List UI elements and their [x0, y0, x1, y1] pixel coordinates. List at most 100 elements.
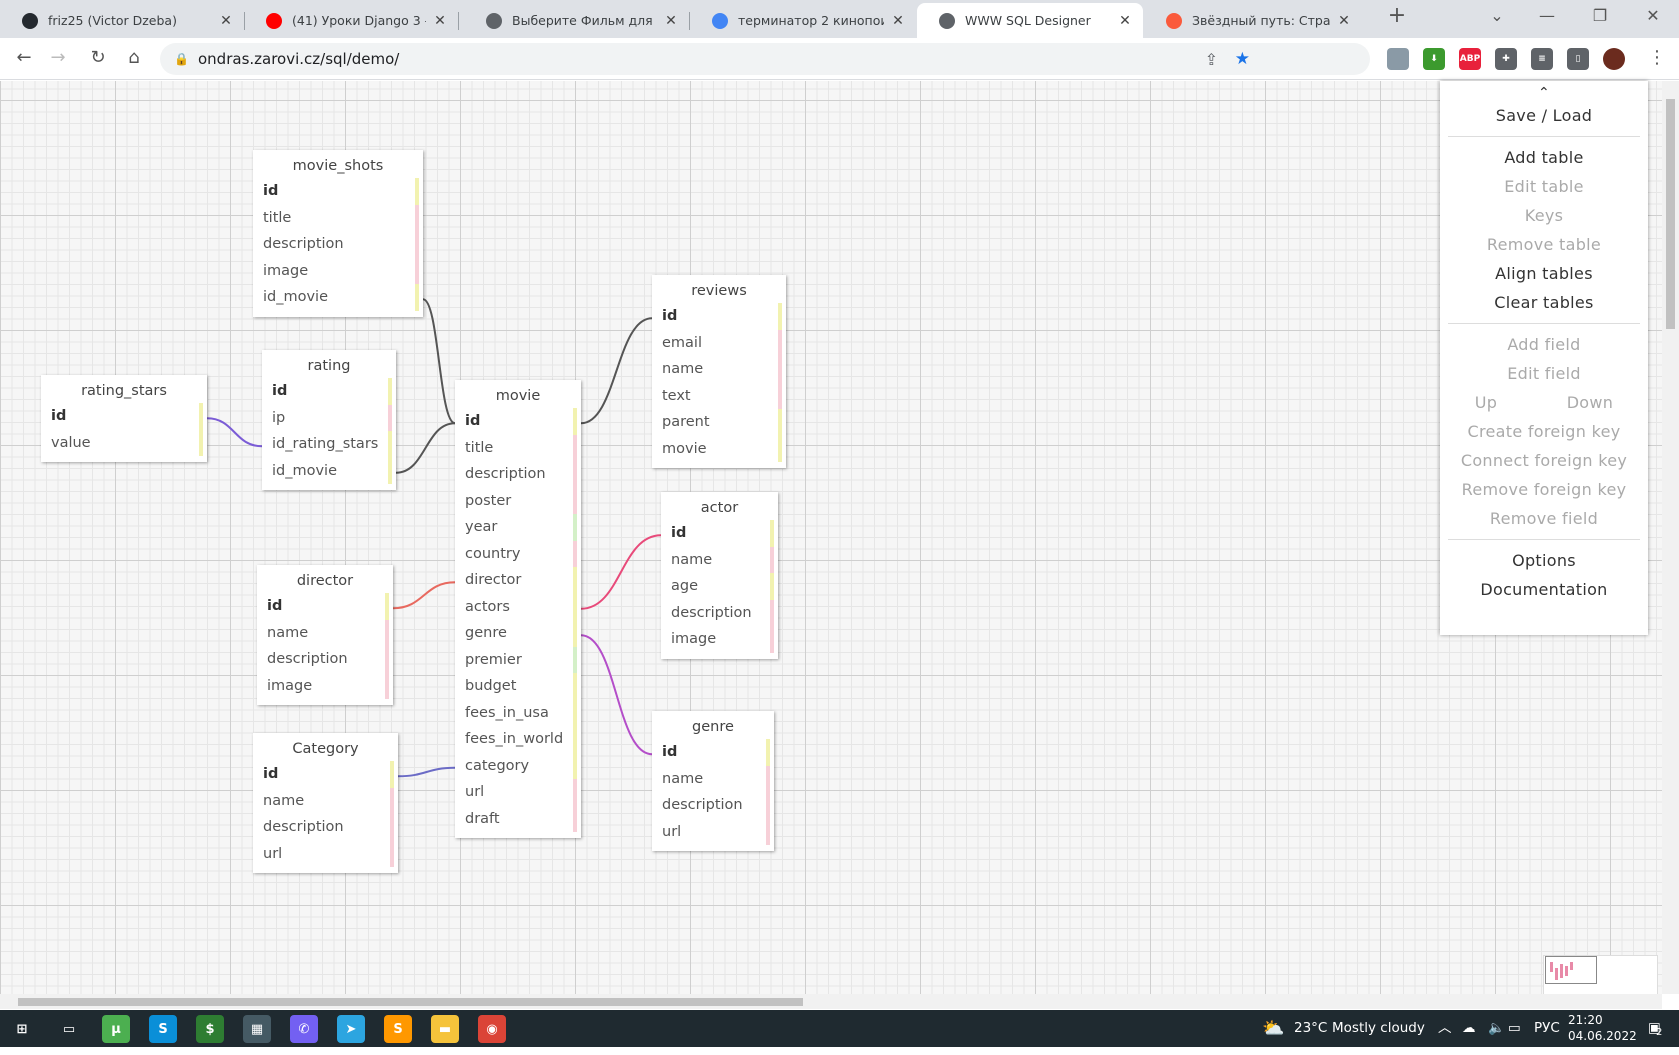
- save-load-button[interactable]: Save / Load: [1440, 101, 1648, 130]
- edit-field-button[interactable]: Edit field: [1440, 359, 1648, 388]
- table-field[interactable]: image: [257, 672, 393, 699]
- table-field[interactable]: fees_in_world: [455, 726, 581, 753]
- forward-icon[interactable]: →: [46, 47, 70, 68]
- table-field[interactable]: fees_in_usa: [455, 699, 581, 726]
- weather-text[interactable]: Mostly cloudy: [1332, 1010, 1425, 1047]
- tab-search-icon[interactable]: ⌄: [1482, 6, 1512, 25]
- table-field[interactable]: id: [262, 378, 396, 405]
- remove-field-button[interactable]: Remove field: [1440, 504, 1648, 533]
- table-field[interactable]: country: [455, 540, 581, 567]
- table-field[interactable]: id: [652, 739, 774, 766]
- table-field[interactable]: email: [652, 329, 786, 356]
- vertical-scroll-thumb[interactable]: [1666, 99, 1675, 329]
- table-field[interactable]: id_movie: [262, 457, 396, 484]
- table-genre[interactable]: genre id name description url: [652, 711, 774, 851]
- table-movie[interactable]: movie id title description poster year country…: [455, 380, 581, 838]
- table-reviews[interactable]: reviews id email name text parent movie: [652, 275, 786, 468]
- table-field[interactable]: budget: [455, 673, 581, 700]
- home-icon[interactable]: ⌂: [122, 47, 146, 68]
- table-rating[interactable]: rating id ip id_rating_stars id_movie: [262, 350, 396, 490]
- table-field[interactable]: description: [652, 792, 774, 819]
- puzzle-icon[interactable]: ✚: [1495, 48, 1517, 70]
- design-canvas[interactable]: movie_shots id title description image id_mov…: [0, 81, 1662, 994]
- table-field[interactable]: name: [652, 765, 774, 792]
- money-app-icon[interactable]: $: [196, 1015, 224, 1043]
- table-actor[interactable]: actor id name age description image: [661, 492, 778, 659]
- sidepanel-icon[interactable]: ▯: [1567, 48, 1589, 70]
- table-field[interactable]: draft: [455, 805, 581, 832]
- table-rating-stars[interactable]: rating_stars id value: [41, 375, 207, 462]
- table-field[interactable]: director: [455, 567, 581, 594]
- weather-icon[interactable]: ⛅: [1262, 1010, 1284, 1047]
- clear-tables-button[interactable]: Clear tables: [1440, 288, 1648, 317]
- table-field[interactable]: ip: [262, 404, 396, 431]
- table-field[interactable]: title: [253, 204, 423, 231]
- table-field[interactable]: actors: [455, 593, 581, 620]
- close-tab-icon[interactable]: ✕: [1117, 13, 1133, 29]
- table-field[interactable]: parent: [652, 409, 786, 436]
- table-field[interactable]: description: [257, 646, 393, 673]
- close-window-icon[interactable]: ✕: [1638, 6, 1668, 25]
- table-field[interactable]: genre: [455, 620, 581, 647]
- collapse-menu-icon[interactable]: ⌃: [1440, 81, 1648, 101]
- table-field[interactable]: movie: [652, 435, 786, 462]
- task-view-icon[interactable]: ▭: [55, 1015, 83, 1043]
- viber-icon[interactable]: ✆: [290, 1015, 318, 1043]
- table-field[interactable]: id: [41, 403, 207, 430]
- keys-button[interactable]: Keys: [1440, 201, 1648, 230]
- tray-app-icon[interactable]: ☁: [1462, 1010, 1476, 1047]
- media-list-icon[interactable]: ≡: [1531, 48, 1553, 70]
- table-field[interactable]: description: [661, 599, 778, 626]
- table-field[interactable]: id: [652, 303, 786, 330]
- minimize-icon[interactable]: —: [1532, 6, 1562, 25]
- table-field[interactable]: id: [455, 408, 581, 435]
- options-button[interactable]: Options: [1440, 546, 1648, 575]
- table-field[interactable]: url: [455, 779, 581, 806]
- address-bar[interactable]: 🔒 ondras.zarovi.cz/sql/demo/ ⇪ ★: [160, 43, 1370, 75]
- explorer-folder-icon[interactable]: ▬: [431, 1015, 459, 1043]
- browser-tab[interactable]: WWW SQL Designer ✕: [917, 3, 1143, 38]
- close-tab-icon[interactable]: ✕: [1336, 13, 1352, 29]
- browser-tab[interactable]: терминатор 2 кинопоиск - ✕: [690, 3, 916, 38]
- table-field[interactable]: name: [661, 546, 778, 573]
- network-icon[interactable]: ▭: [1508, 1010, 1521, 1047]
- align-tables-button[interactable]: Align tables: [1440, 259, 1648, 288]
- new-tab-icon[interactable]: +: [1382, 3, 1412, 28]
- edit-table-button[interactable]: Edit table: [1440, 172, 1648, 201]
- minimap[interactable]: [1543, 955, 1658, 994]
- share-icon[interactable]: ⇪: [1205, 50, 1218, 69]
- table-field[interactable]: id: [253, 761, 398, 788]
- table-field[interactable]: age: [661, 573, 778, 600]
- table-field[interactable]: name: [257, 619, 393, 646]
- table-field[interactable]: year: [455, 514, 581, 541]
- table-field[interactable]: image: [253, 257, 423, 284]
- utorrent-icon[interactable]: µ: [102, 1015, 130, 1043]
- connect-foreign-key-button[interactable]: Connect foreign key: [1440, 446, 1648, 475]
- browser-tab[interactable]: Выберите Фильм для изме ✕: [464, 3, 689, 38]
- horizontal-scrollbar[interactable]: [0, 994, 1662, 1009]
- browser-menu-icon[interactable]: ⋮: [1645, 47, 1669, 68]
- bookmark-star-icon[interactable]: ★: [1235, 49, 1250, 69]
- table-field[interactable]: category: [455, 752, 581, 779]
- language-indicator[interactable]: РУС: [1534, 1010, 1560, 1047]
- table-field[interactable]: description: [253, 814, 398, 841]
- adblock-icon[interactable]: ABP: [1459, 48, 1481, 70]
- table-director[interactable]: director id name description image: [257, 565, 393, 705]
- volume-icon[interactable]: 🔈: [1488, 1010, 1505, 1047]
- clock-date[interactable]: 04.06.2022: [1568, 1018, 1637, 1055]
- weather-temp[interactable]: 23°C: [1294, 1010, 1327, 1047]
- reload-icon[interactable]: ↻: [86, 47, 110, 68]
- table-field[interactable]: value: [41, 429, 207, 456]
- table-field[interactable]: url: [652, 818, 774, 845]
- documentation-button[interactable]: Documentation: [1440, 575, 1648, 604]
- calculator-icon[interactable]: ▦: [243, 1015, 271, 1043]
- tray-chevron-icon[interactable]: ︿: [1438, 1010, 1452, 1047]
- vertical-scrollbar[interactable]: [1662, 81, 1679, 994]
- move-field-down-button[interactable]: Down: [1567, 388, 1614, 417]
- table-field[interactable]: image: [661, 626, 778, 653]
- table-field[interactable]: url: [253, 840, 398, 867]
- move-field-up-button[interactable]: Up: [1475, 388, 1497, 417]
- table-field[interactable]: id: [257, 593, 393, 620]
- horizontal-scroll-thumb[interactable]: [18, 998, 803, 1006]
- skype-icon[interactable]: S: [149, 1015, 177, 1043]
